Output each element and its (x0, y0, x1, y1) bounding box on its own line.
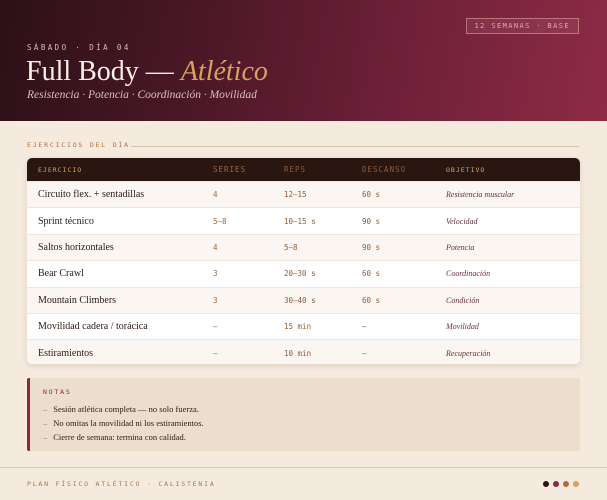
color-dot-icon (563, 481, 569, 487)
cell-reps: 15 min (284, 322, 312, 332)
cell-series: 3 (213, 269, 218, 279)
cell-exercise: Movilidad cadera / torácica (38, 321, 148, 333)
notes-title: NOTAS (43, 388, 72, 396)
cell-series: 4 (213, 190, 218, 200)
cell-rest: 60 s (362, 295, 381, 305)
cell-rest: 60 s (362, 269, 381, 279)
color-dot-icon (553, 481, 559, 487)
note-text: Sesión atlética completa — no solo fuerz… (53, 404, 199, 414)
footer-text: PLAN FÍSICO ATLÉTICO · CALISTENIA (27, 480, 216, 488)
cell-exercise: Circuito flex. + sentadillas (38, 189, 145, 201)
cell-goal: Coordinación (446, 269, 491, 279)
cell-goal: Condición (446, 295, 480, 305)
table-row: Saltos horizontales 4 5–8 90 s Potencia (27, 233, 580, 261)
cell-goal: Resistencia muscular (446, 190, 515, 200)
cell-goal: Velocidad (446, 216, 478, 226)
color-dots (543, 481, 579, 487)
note-item: – Sesión atlética completa — no solo fuer… (43, 402, 204, 416)
page-title: Full Body — Atlético (26, 55, 268, 89)
header-reps: REPS (284, 165, 307, 174)
cell-exercise: Estiramientos (38, 347, 93, 359)
page-subtitle: Resistencia · Potencia · Coordinación · … (27, 89, 257, 101)
program-badge: 12 SEMANAS · BASE (465, 18, 579, 34)
table-body: Circuito flex. + sentadillas 4 12–15 60 … (27, 181, 580, 364)
table-row: Circuito flex. + sentadillas 4 12–15 60 … (27, 181, 580, 208)
table-row: Estiramientos – 10 min – Recuperación (27, 339, 580, 364)
notes-panel: NOTAS – Sesión atlética completa — no sol… (27, 378, 580, 451)
cell-goal: Movilidad (446, 322, 479, 332)
notes-list: – Sesión atlética completa — no solo fuer… (43, 402, 204, 444)
hero-banner: 12 SEMANAS · BASE SÁBADO · DÍA 04 Full B… (0, 0, 607, 121)
cell-series: 3 (213, 295, 218, 305)
cell-rest: – (362, 322, 367, 332)
dash-bullet-icon: – (43, 432, 48, 442)
cell-reps: 5–8 (284, 242, 298, 252)
table-row: Mountain Climbers 3 30–40 s 60 s Condici… (27, 286, 580, 313)
table-row: Bear Crawl 3 20–30 s 60 s Coordinación (27, 260, 580, 287)
exercise-table: EJERCICIO SERIES REPS DESCANSO OBJETIVO … (27, 158, 580, 364)
cell-series: – (213, 348, 218, 358)
cell-series: 4 (213, 242, 218, 252)
cell-reps: 20–30 s (284, 269, 316, 279)
note-text: Cierre de semana: termina con calidad. (53, 432, 186, 442)
cell-reps: 10 min (284, 348, 312, 358)
footer-divider (0, 467, 607, 468)
note-text: No omitas la movilidad ni los estiramien… (53, 418, 204, 428)
cell-goal: Recuperación (446, 348, 491, 358)
cell-goal: Potencia (446, 242, 475, 252)
table-row: Sprint técnico 5–8 10–15 s 90 s Velocida… (27, 207, 580, 234)
day-eyebrow: SÁBADO · DÍA 04 (27, 43, 131, 52)
note-item: – No omitas la movilidad ni los estiramie… (43, 416, 204, 430)
color-dot-icon (573, 481, 579, 487)
header-series: SERIES (213, 165, 247, 174)
dash-bullet-icon: – (43, 404, 48, 414)
title-accent: Atlético (180, 56, 268, 87)
table-header: EJERCICIO SERIES REPS DESCANSO OBJETIVO (27, 158, 580, 181)
cell-exercise: Sprint técnico (38, 215, 94, 227)
section-divider (131, 146, 579, 147)
note-item: – Cierre de semana: termina con calidad. (43, 430, 204, 444)
cell-rest: – (362, 348, 367, 358)
cell-rest: 90 s (362, 216, 381, 226)
cell-reps: 30–40 s (284, 295, 316, 305)
cell-series: 5–8 (213, 216, 227, 226)
header-exercise: EJERCICIO (38, 165, 83, 174)
cell-exercise: Bear Crawl (38, 268, 84, 280)
title-main: Full Body — (26, 56, 181, 87)
section-label: EJERCICIOS DEL DÍA (27, 141, 130, 149)
cell-exercise: Mountain Climbers (38, 294, 117, 306)
cell-rest: 90 s (362, 242, 381, 252)
cell-rest: 60 s (362, 190, 381, 200)
color-dot-icon (543, 481, 549, 487)
header-goal: OBJETIVO (446, 165, 486, 174)
cell-series: – (213, 322, 218, 332)
cell-exercise: Saltos horizontales (38, 241, 114, 253)
header-rest: DESCANSO (362, 165, 407, 174)
cell-reps: 10–15 s (284, 216, 316, 226)
cell-reps: 12–15 (284, 190, 307, 200)
dash-bullet-icon: – (43, 418, 48, 428)
table-row: Movilidad cadera / torácica – 15 min – M… (27, 312, 580, 340)
